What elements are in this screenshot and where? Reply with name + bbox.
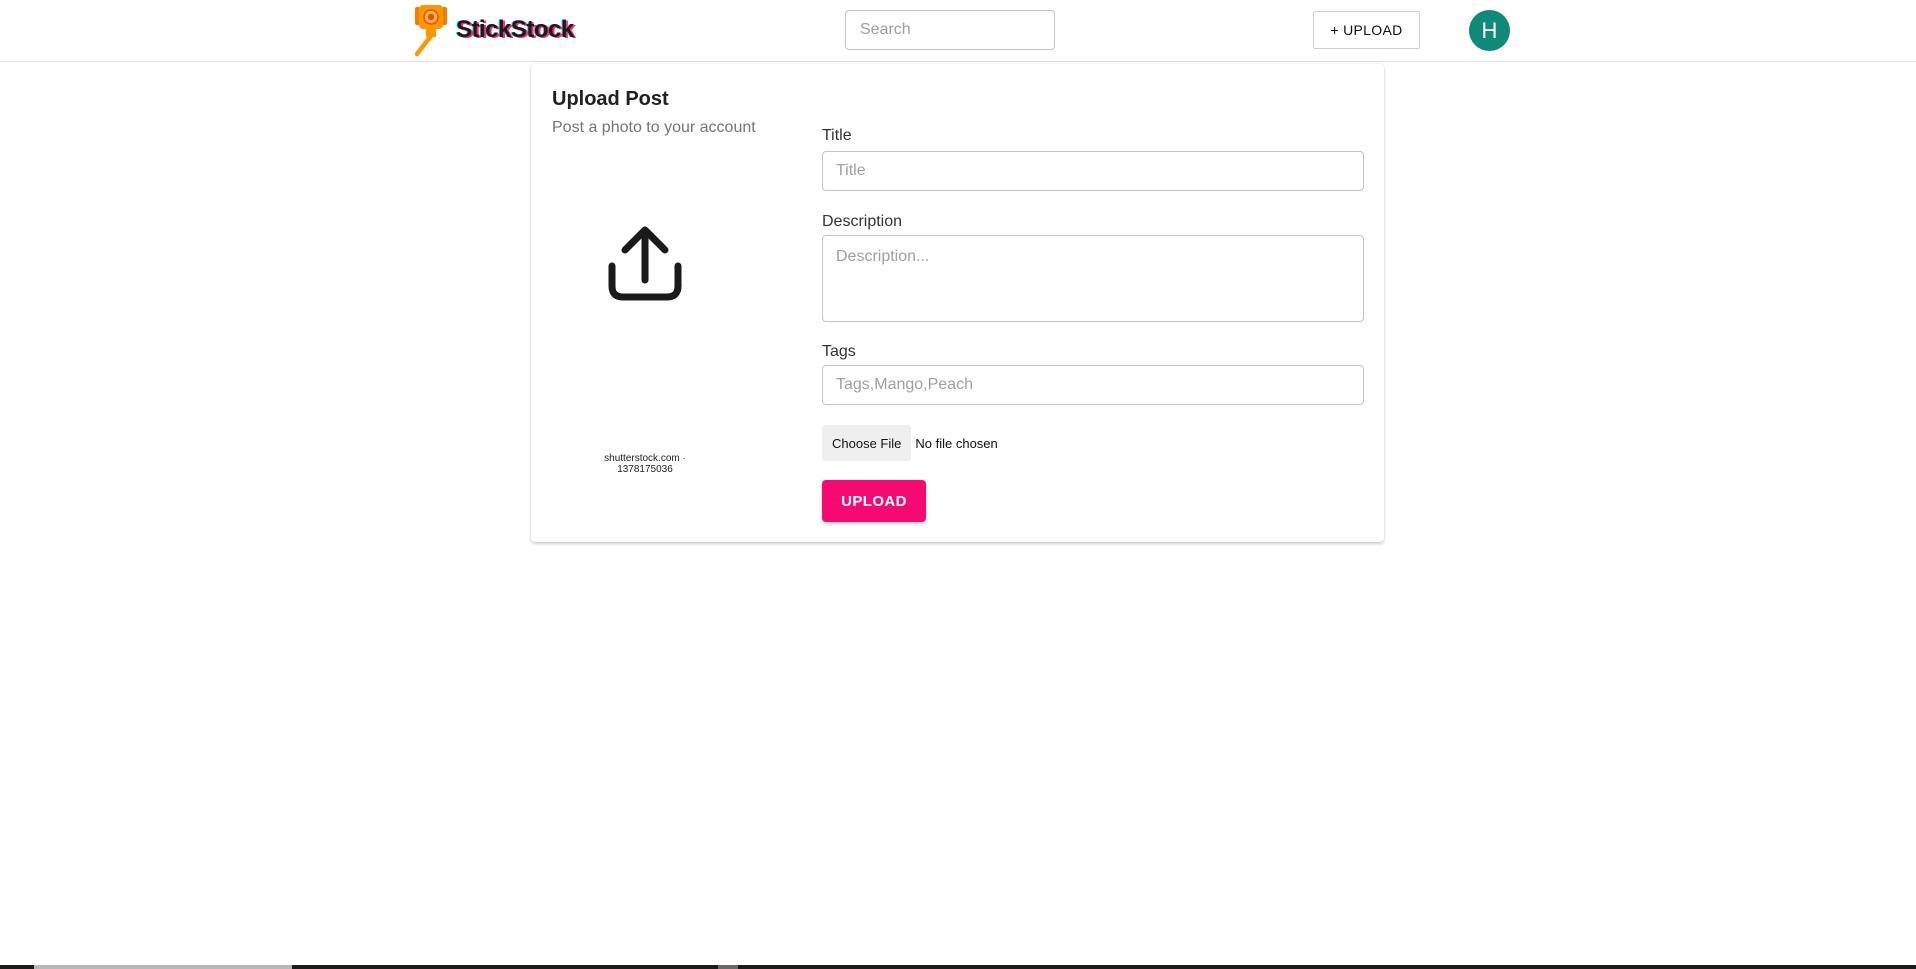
image-preview: shutterstock.com · 1378175036 (575, 224, 715, 475)
preview-watermark: shutterstock.com · 1378175036 (604, 453, 686, 475)
top-navbar: StickStock + UPLOAD H (0, 0, 1916, 62)
brand[interactable]: StickStock (412, 2, 574, 58)
taskbar-item[interactable] (718, 965, 738, 969)
page-title: Upload Post (552, 88, 669, 110)
avatar[interactable]: H (1469, 10, 1510, 51)
file-picker: Choose File No file chosen (822, 425, 998, 461)
tags-input[interactable] (822, 365, 1364, 405)
upload-post-card: Upload Post Post a photo to your account… (531, 64, 1384, 542)
title-input[interactable] (822, 151, 1364, 191)
title-label: Title (822, 127, 852, 144)
taskbar-item[interactable] (34, 965, 292, 969)
page-subtitle: Post a photo to your account (552, 119, 756, 136)
brand-name: StickStock (456, 16, 574, 43)
taskbar-strip (0, 965, 1916, 969)
upload-arrow-icon (608, 226, 682, 301)
selfie-stick-camera-icon (414, 5, 447, 57)
search-input[interactable] (845, 10, 1055, 50)
tags-label: Tags (822, 343, 856, 360)
upload-nav-button[interactable]: + UPLOAD (1313, 11, 1420, 49)
file-status: No file chosen (915, 435, 998, 451)
upload-submit-button[interactable]: UPLOAD (822, 480, 926, 522)
description-label: Description (822, 213, 903, 230)
description-textarea[interactable] (822, 235, 1364, 322)
choose-file-button[interactable]: Choose File (822, 425, 912, 461)
